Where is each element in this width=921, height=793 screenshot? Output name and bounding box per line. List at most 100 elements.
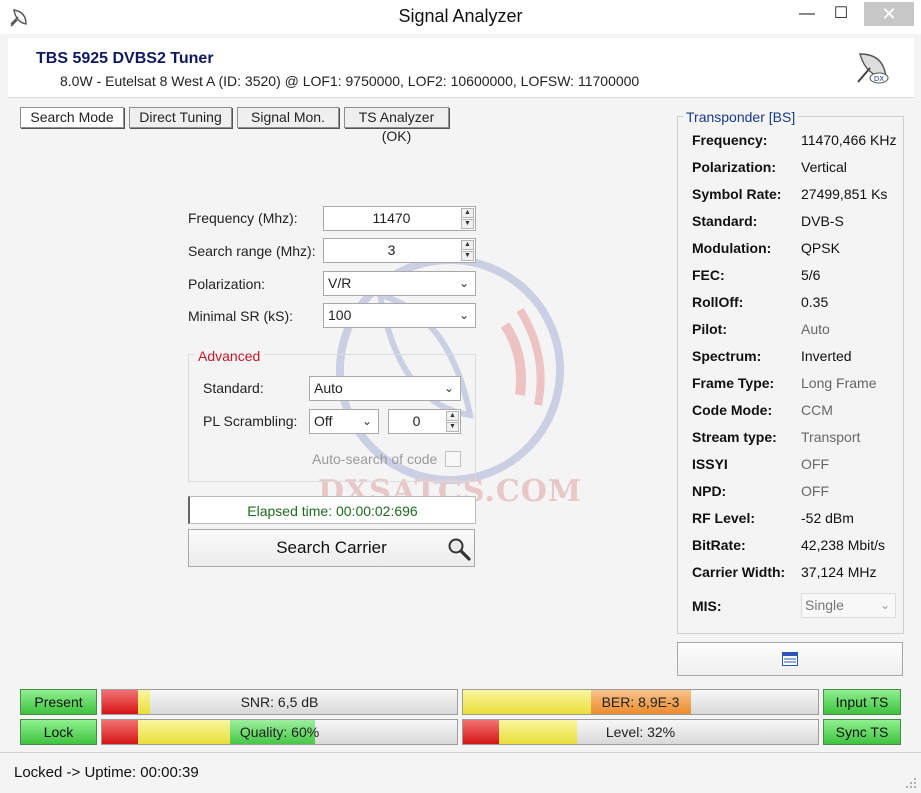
tp-fec-label: FEC: (692, 267, 725, 283)
maximize-button[interactable]: ☐ (824, 2, 858, 26)
up-arrow-icon[interactable]: ▲ (461, 240, 474, 250)
tp-stream-type-value: Transport (801, 429, 861, 445)
tp-npd-value: OFF (801, 483, 829, 499)
tp-carrier-width-label: Carrier Width: (692, 564, 786, 580)
snr-text: SNR: 6,5 dB (240, 694, 319, 710)
tp-issyi-value: OFF (801, 456, 829, 472)
tp-rf-level-label: RF Level: (692, 510, 756, 526)
search-range-value: 3 (387, 242, 396, 258)
advanced-legend: Advanced (194, 348, 265, 364)
pl-scrambling-label: PL Scrambling: (203, 413, 298, 429)
svg-text:DX: DX (874, 75, 884, 83)
tp-rolloff-label: RollOff: (692, 294, 744, 310)
title-bar: Signal Analyzer — ☐ ✕ (0, 0, 921, 34)
minimize-button[interactable]: — (790, 2, 824, 26)
tp-polarization-value: Vertical (801, 159, 847, 175)
tp-rolloff-value: 0.35 (801, 294, 829, 310)
frequency-stepper[interactable]: ▲ ▼ (461, 208, 474, 229)
pl-scrambling-select[interactable]: Off ⌄ (309, 409, 379, 434)
polarization-label: Polarization: (188, 276, 266, 292)
tp-stream-type-label: Stream type: (692, 429, 777, 445)
standard-value: Auto (314, 380, 343, 396)
chevron-down-icon: ⌄ (458, 308, 469, 322)
tp-frame-type-label: Frame Type: (692, 375, 775, 391)
present-indicator: Present (20, 689, 97, 715)
window-title: Signal Analyzer (398, 6, 523, 26)
tp-frequency-value: 11470,466 KHz (801, 132, 897, 148)
search-carrier-label: Search Carrier (276, 538, 387, 557)
close-button[interactable]: ✕ (864, 2, 914, 26)
quality-text: Quality: 60% (239, 724, 320, 740)
tp-fec-value: 5/6 (801, 267, 821, 283)
quality-meter: Quality: 60% (101, 719, 458, 745)
search-range-input[interactable]: 3 ▲ ▼ (323, 238, 476, 263)
chevron-down-icon: ⌄ (458, 276, 469, 290)
tp-symbol-rate-value: 27499,851 Ks (801, 186, 888, 202)
minimal-sr-value: 100 (328, 307, 352, 323)
transponder-list-button[interactable] (677, 642, 903, 676)
pl-code-input[interactable]: 0 ▲ ▼ (388, 409, 461, 434)
tp-modulation-label: Modulation: (692, 240, 772, 256)
up-arrow-icon[interactable]: ▲ (461, 208, 474, 218)
tp-rf-level-value: -52 dBm (801, 510, 854, 526)
minimal-sr-select[interactable]: 100 ⌄ (323, 303, 476, 328)
list-icon (782, 652, 798, 666)
minimal-sr-label: Minimal SR (kS): (188, 308, 294, 324)
frequency-input[interactable]: 11470 ▲ ▼ (323, 206, 476, 231)
search-icon (448, 538, 471, 561)
sync-ts-indicator: Sync TS (823, 719, 901, 745)
frequency-value: 11470 (372, 210, 411, 226)
search-carrier-button[interactable]: Search Carrier (188, 529, 475, 567)
status-bar: Locked -> Uptime: 00:00:39 (0, 752, 921, 793)
mis-value: Single (805, 597, 844, 613)
up-arrow-icon[interactable]: ▲ (446, 411, 459, 421)
mis-select[interactable]: Single ⌄ (801, 593, 896, 618)
tp-spectrum-value: Inverted (801, 348, 852, 364)
chevron-down-icon: ⌄ (879, 598, 890, 612)
down-arrow-icon[interactable]: ▼ (461, 251, 474, 261)
pl-code-stepper[interactable]: ▲ ▼ (446, 411, 459, 432)
ber-text: BER: 8,9E-3 (601, 694, 680, 710)
tp-pilot-label: Pilot: (692, 321, 727, 337)
search-range-stepper[interactable]: ▲ ▼ (461, 240, 474, 261)
tp-frequency-label: Frequency: (692, 132, 768, 148)
auto-search-checkbox[interactable] (445, 451, 461, 467)
tab-signal-monitor[interactable]: Signal Mon. (237, 107, 339, 128)
tp-npd-label: NPD: (692, 483, 727, 499)
pl-scrambling-value: Off (314, 413, 333, 429)
polarization-select[interactable]: V/R ⌄ (323, 271, 476, 296)
tp-standard-value: DVB-S (801, 213, 844, 229)
chevron-down-icon: ⌄ (443, 381, 454, 395)
down-arrow-icon[interactable]: ▼ (446, 422, 459, 432)
standard-label: Standard: (203, 380, 264, 396)
chevron-down-icon: ⌄ (361, 414, 372, 428)
transponder-legend: Transponder [BS] (683, 109, 799, 125)
elapsed-time: Elapsed time: 00:00:02:696 (247, 503, 418, 519)
lock-indicator: Lock (20, 719, 97, 745)
tp-spectrum-label: Spectrum: (692, 348, 762, 364)
tuner-header: TBS 5925 DVBS2 Tuner 8.0W - Eutelsat 8 W… (8, 38, 914, 98)
tp-bitrate-label: BitRate: (692, 537, 746, 553)
standard-select[interactable]: Auto ⌄ (309, 376, 461, 401)
tab-search-mode[interactable]: Search Mode (20, 107, 124, 128)
tp-issyi-label: ISSYI (692, 456, 728, 472)
search-range-label: Search range (Mhz): (188, 243, 316, 259)
tp-mis-label: MIS: (692, 598, 722, 614)
tab-ts-analyzer[interactable]: TS Analyzer (OK) (344, 107, 449, 144)
tp-modulation-value: QPSK (801, 240, 840, 256)
polarization-value: V/R (328, 275, 352, 291)
tp-symbol-rate-label: Symbol Rate: (692, 186, 782, 202)
tuner-name: TBS 5925 DVBS2 Tuner (36, 50, 214, 67)
auto-search-label: Auto-search of code (312, 451, 438, 467)
input-ts-indicator: Input TS (823, 689, 901, 715)
tab-direct-tuning[interactable]: Direct Tuning (129, 107, 232, 128)
tp-code-mode-label: Code Mode: (692, 402, 773, 418)
elapsed-time-panel: Elapsed time: 00:00:02:696 (188, 496, 476, 524)
resize-grip-icon[interactable] (905, 777, 917, 789)
tuner-info: 8.0W - Eutelsat 8 West A (ID: 3520) @ LO… (60, 73, 640, 89)
pl-code-value: 0 (412, 413, 421, 429)
down-arrow-icon[interactable]: ▼ (461, 219, 474, 229)
status-text: Locked -> Uptime: 00:00:39 (14, 764, 199, 781)
satellite-logo-icon: DX (857, 53, 889, 84)
ber-meter: BER: 8,9E-3 (462, 689, 819, 715)
